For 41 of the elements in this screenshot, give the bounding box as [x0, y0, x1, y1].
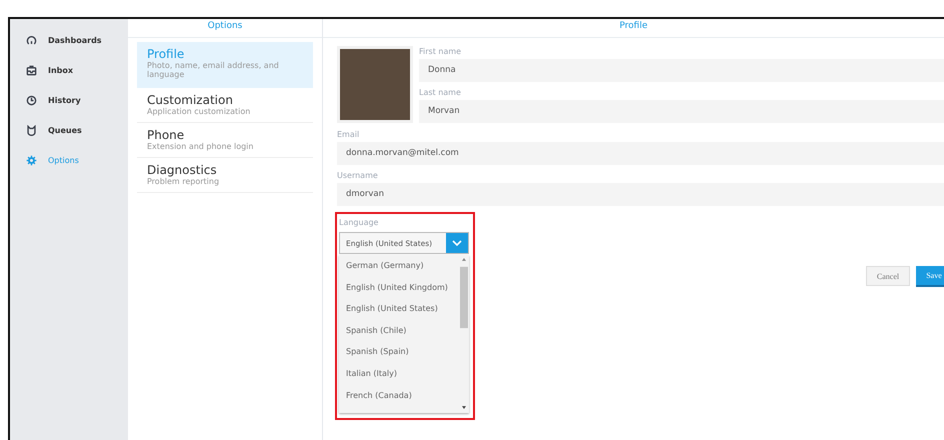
field-label: Last name — [419, 88, 462, 97]
option-title: Diagnostics — [147, 163, 218, 177]
input-field[interactable]: Donna — [419, 59, 944, 82]
option-title: Customization — [147, 93, 234, 107]
column-title: Profile — [323, 19, 944, 38]
settings-category[interactable]: Phone Extension and phone login — [137, 123, 313, 158]
field-label: Username — [337, 171, 379, 180]
dropdown-option[interactable]: German (Germany) — [339, 255, 459, 277]
option-description: Photo, name, email address, and language — [147, 61, 280, 79]
option-title: Phone — [147, 128, 186, 142]
dropdown-option[interactable]: English (United Kingdom) — [339, 276, 459, 298]
dropdown-option[interactable]: Italian (Italy) — [339, 362, 459, 385]
inbox-icon — [26, 64, 37, 76]
photo-placeholder[interactable] — [337, 46, 413, 123]
column-title: Options — [128, 19, 322, 38]
option-description: Problem reporting — [147, 177, 220, 186]
option-title: Profile — [147, 47, 186, 61]
option-description: Application customization — [147, 107, 252, 116]
cancel-button[interactable]: Cancel — [866, 266, 910, 286]
sidebar-item[interactable]: Inbox — [10, 55, 128, 85]
settings-category[interactable]: Customization Application customization — [137, 88, 313, 123]
settings-icon — [26, 154, 37, 166]
sidebar-item[interactable]: Queues — [10, 115, 128, 145]
dropdown-option[interactable]: English (United States) — [339, 298, 459, 320]
gauge-icon — [26, 34, 37, 46]
input-field[interactable]: Morvan — [419, 100, 944, 123]
input-field[interactable]: dmorvan — [337, 183, 944, 206]
dropdown-option[interactable]: French (Canada) — [339, 384, 459, 406]
input-field[interactable]: donna.morvan@mitel.com — [337, 142, 944, 165]
dropdown-option[interactable]: Spanish (Chile) — [339, 320, 459, 342]
field-label: Email — [337, 130, 360, 139]
dropdown-option[interactable]: Spanish (Spain) — [339, 341, 459, 363]
chevron-down-icon — [446, 233, 468, 253]
cup-icon — [26, 124, 37, 136]
field-label: Language — [339, 218, 380, 227]
sidebar-item[interactable]: History — [10, 85, 128, 115]
clock-icon — [26, 94, 37, 106]
settings-category[interactable]: Diagnostics Problem reporting — [137, 158, 313, 193]
field-label: First name — [419, 47, 462, 56]
option-description: Extension and phone login — [147, 142, 254, 151]
sidebar-item[interactable]: Dashboards — [10, 25, 128, 55]
